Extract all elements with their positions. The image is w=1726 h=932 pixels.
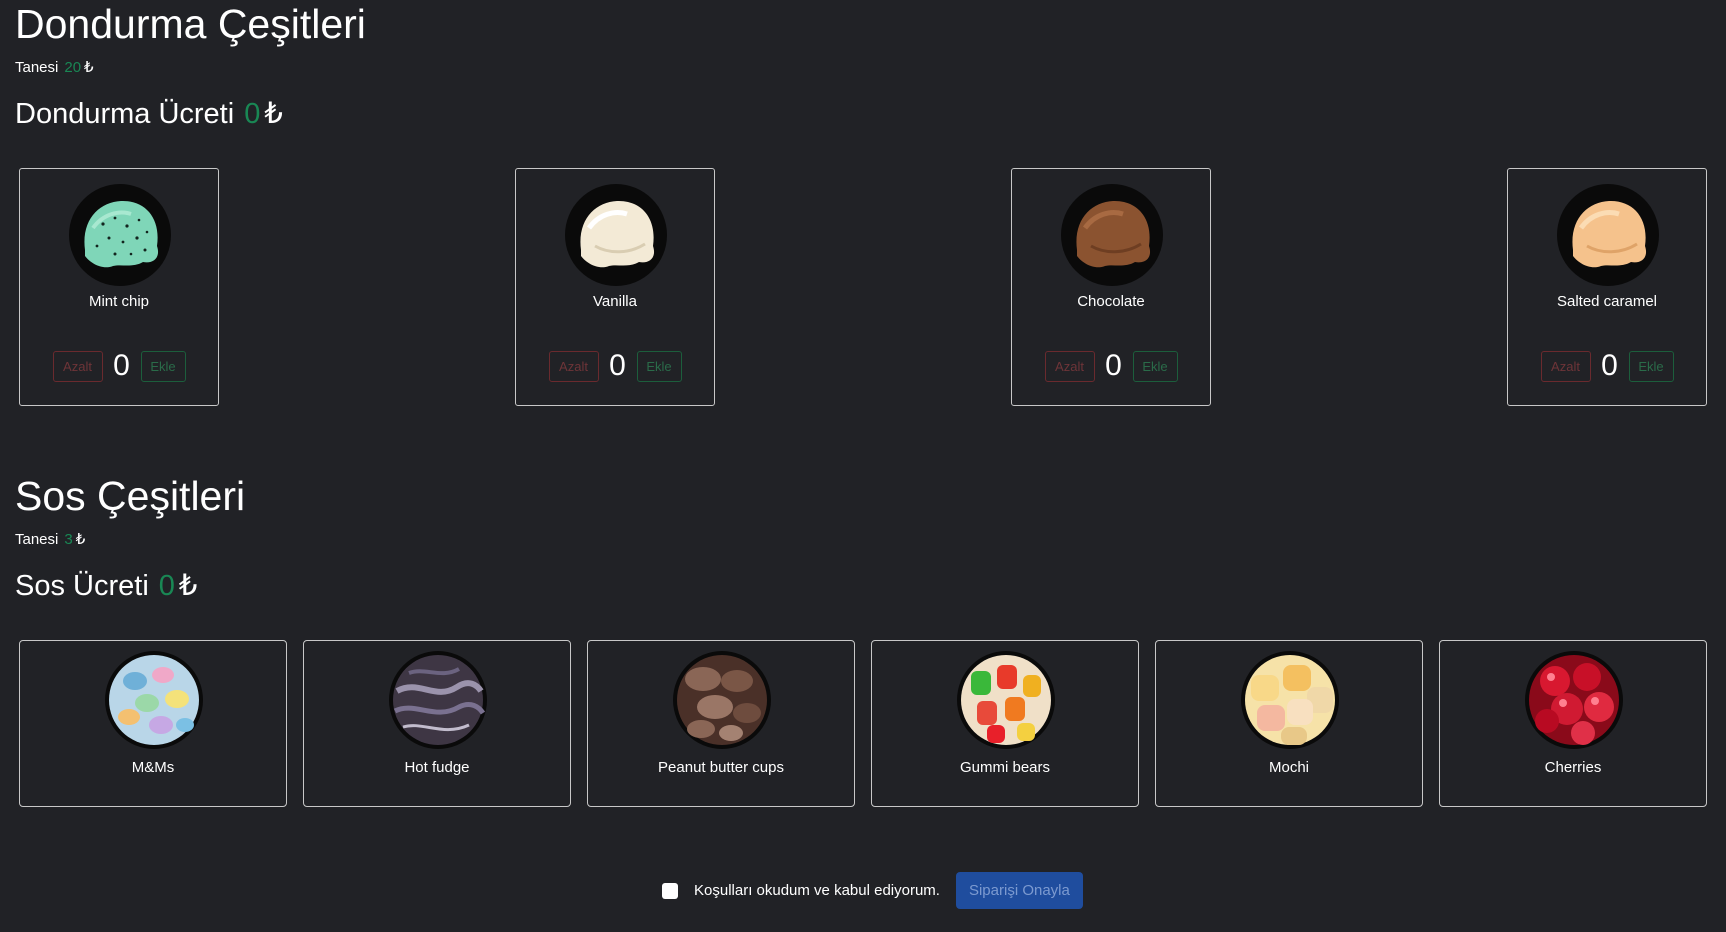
sauce-card[interactable]: Gummi bears (871, 640, 1139, 807)
sauce-unit-label: Tanesi (15, 531, 59, 548)
decrease-button[interactable]: Azalt (548, 350, 599, 382)
icecream-scoop-image (1557, 184, 1659, 286)
sauce-image (389, 651, 487, 749)
terms-checkbox[interactable] (662, 882, 678, 899)
sauce-image (1525, 651, 1623, 749)
sauce-fee-currency: ₺ (178, 570, 198, 602)
add-button[interactable]: Ekle (140, 350, 186, 382)
page: Dondurma Çeşitleri Tanesi 20 ₺ Dondurma Üc… (0, 0, 1726, 932)
icecream-fee-currency: ₺ (264, 98, 283, 130)
icecream-fee-value: 0 (244, 98, 261, 130)
sauce-image (105, 651, 203, 749)
icecream-unit-currency: ₺ (84, 59, 94, 76)
icecream-name: Vanilla (593, 293, 637, 310)
icecream-section-title: Dondurma Çeşitleri (15, 1, 366, 47)
icecream-name: Chocolate (1077, 293, 1145, 310)
sauce-name: Cherries (1544, 759, 1602, 776)
icecream-quantity-controls: Azalt 0 Ekle (1508, 349, 1706, 383)
decrease-button[interactable]: Azalt (1044, 350, 1095, 382)
sauce-unit-price-value: 3 (64, 531, 73, 548)
sauce-unit-currency: ₺ (75, 531, 86, 548)
sauce-section-title: Sos Çeşitleri (15, 473, 246, 519)
icecream-fee-label: Dondurma Ücreti (15, 98, 235, 130)
icecream-unit-price-value: 20 (64, 59, 82, 76)
sauce-card[interactable]: M&Ms (19, 640, 287, 807)
confirm-order-button[interactable]: Siparişi Onayla (955, 872, 1083, 909)
icecream-unit-label: Tanesi (15, 59, 59, 76)
icecream-unit-price: Tanesi 20 ₺ (15, 58, 94, 76)
sauce-name: Gummi bears (959, 759, 1051, 776)
sauce-card[interactable]: Hot fudge (303, 640, 571, 807)
icecream-card: Chocolate Azalt 0 Ekle (1011, 168, 1211, 406)
terms-label: Koşulları okudum ve kabul ediyorum. (694, 882, 940, 899)
sauce-unit-price: Tanesi 3 ₺ (15, 530, 85, 548)
add-button[interactable]: Ekle (1132, 350, 1178, 382)
icecream-card: Vanilla Azalt 0 Ekle (515, 168, 715, 406)
sauce-list: M&Ms Hot fudge Peanut butter cups Gummi … (19, 640, 1707, 807)
sauce-card[interactable]: Mochi (1155, 640, 1423, 807)
sauce-image (1241, 651, 1339, 749)
sauce-image (673, 651, 771, 749)
sauce-name: Peanut butter cups (658, 759, 784, 776)
icecream-count: 0 (1601, 349, 1618, 382)
sauce-fee-label: Sos Ücreti (15, 570, 149, 602)
sauce-image (957, 651, 1055, 749)
order-footer: Koşulları okudum ve kabul ediyorum. Sipa… (662, 872, 1083, 909)
icecream-fee: Dondurma Ücreti 0 ₺ (15, 96, 283, 131)
sauce-name: Hot fudge (404, 759, 470, 776)
icecream-quantity-controls: Azalt 0 Ekle (516, 349, 714, 383)
icecream-name: Mint chip (88, 293, 150, 310)
add-button[interactable]: Ekle (636, 350, 682, 382)
decrease-button[interactable]: Azalt (52, 350, 103, 382)
icecream-count: 0 (609, 349, 626, 382)
icecream-count: 0 (1105, 349, 1122, 382)
icecream-name: Salted caramel (1556, 293, 1658, 310)
sauce-card[interactable]: Peanut butter cups (587, 640, 855, 807)
icecream-list: Mint chip Azalt 0 Ekle Vanilla Azalt 0 E… (19, 168, 1707, 406)
icecream-card: Mint chip Azalt 0 Ekle (19, 168, 219, 406)
icecream-card: Salted caramel Azalt 0 Ekle (1507, 168, 1707, 406)
sauce-name: M&Ms (131, 759, 175, 776)
icecream-quantity-controls: Azalt 0 Ekle (20, 349, 218, 383)
decrease-button[interactable]: Azalt (1540, 350, 1591, 382)
icecream-quantity-controls: Azalt 0 Ekle (1012, 349, 1210, 383)
sauce-card[interactable]: Cherries (1439, 640, 1707, 807)
icecream-scoop-image (565, 184, 667, 286)
add-button[interactable]: Ekle (1628, 350, 1674, 382)
icecream-scoop-image (69, 184, 171, 286)
icecream-scoop-image (1061, 184, 1163, 286)
sauce-fee: Sos Ücreti 0 ₺ (15, 568, 197, 603)
sauce-fee-value: 0 (158, 570, 175, 602)
icecream-count: 0 (113, 349, 130, 382)
sauce-name: Mochi (1268, 759, 1309, 776)
